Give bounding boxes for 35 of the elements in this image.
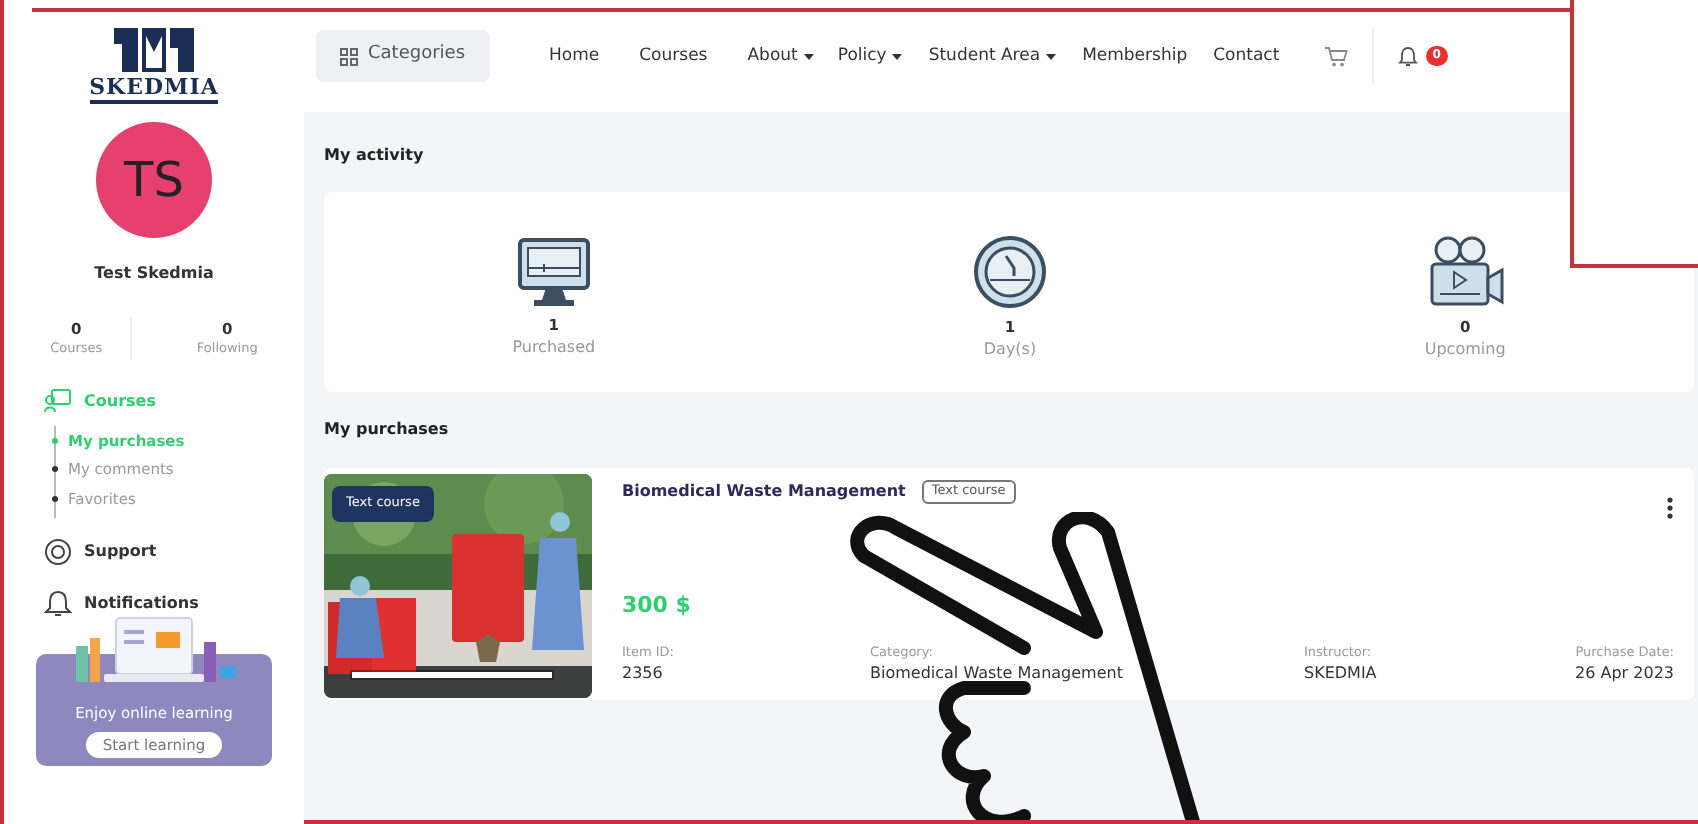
more-options-icon[interactable] xyxy=(1666,496,1674,520)
monitor-icon xyxy=(515,235,592,308)
meta-value: 2356 xyxy=(622,662,665,687)
course-icon xyxy=(44,388,72,414)
stat-label: Purchased xyxy=(512,336,596,361)
meta-value: SKEDMIA xyxy=(1304,662,1379,687)
nav-link[interactable]: Student Area xyxy=(928,43,1057,69)
course-title[interactable]: Biomedical Waste Management xyxy=(622,480,906,504)
nav-link[interactable]: Home xyxy=(549,43,600,69)
user-name: Test Skedmia xyxy=(94,262,214,286)
video-camera-icon xyxy=(1425,233,1506,310)
stat-label: Upcoming xyxy=(1424,338,1506,363)
gauge-icon xyxy=(971,233,1048,310)
logo-text: SKEDMIA xyxy=(89,75,219,105)
meta-value: 26 Apr 2023 xyxy=(1575,662,1674,687)
nav-link[interactable]: About xyxy=(747,43,814,69)
categories-button[interactable]: Categories xyxy=(316,30,490,82)
nav-link[interactable]: Membership xyxy=(1082,43,1188,69)
section-title: My activity xyxy=(324,144,426,168)
nav-link[interactable]: Policy xyxy=(837,43,903,69)
nav-link[interactable]: Contact xyxy=(1213,43,1280,69)
logo-icon xyxy=(110,23,198,76)
cart-icon[interactable] xyxy=(1323,45,1348,67)
support-icon xyxy=(44,537,72,566)
stat-label: Day(s) xyxy=(983,338,1037,363)
grid-icon xyxy=(340,47,358,65)
sidebar-item[interactable]: Support xyxy=(84,539,157,564)
nav-link[interactable]: Courses xyxy=(639,43,708,69)
bell-icon xyxy=(44,589,72,618)
sidebar-item[interactable]: Notifications xyxy=(84,591,199,616)
bell-icon[interactable] xyxy=(1397,45,1418,67)
section-title: My purchases xyxy=(324,418,451,442)
meta-value: Biomedical Waste Management xyxy=(870,662,1125,687)
avatar: TS xyxy=(96,122,212,238)
price: 300 $ xyxy=(622,590,693,622)
